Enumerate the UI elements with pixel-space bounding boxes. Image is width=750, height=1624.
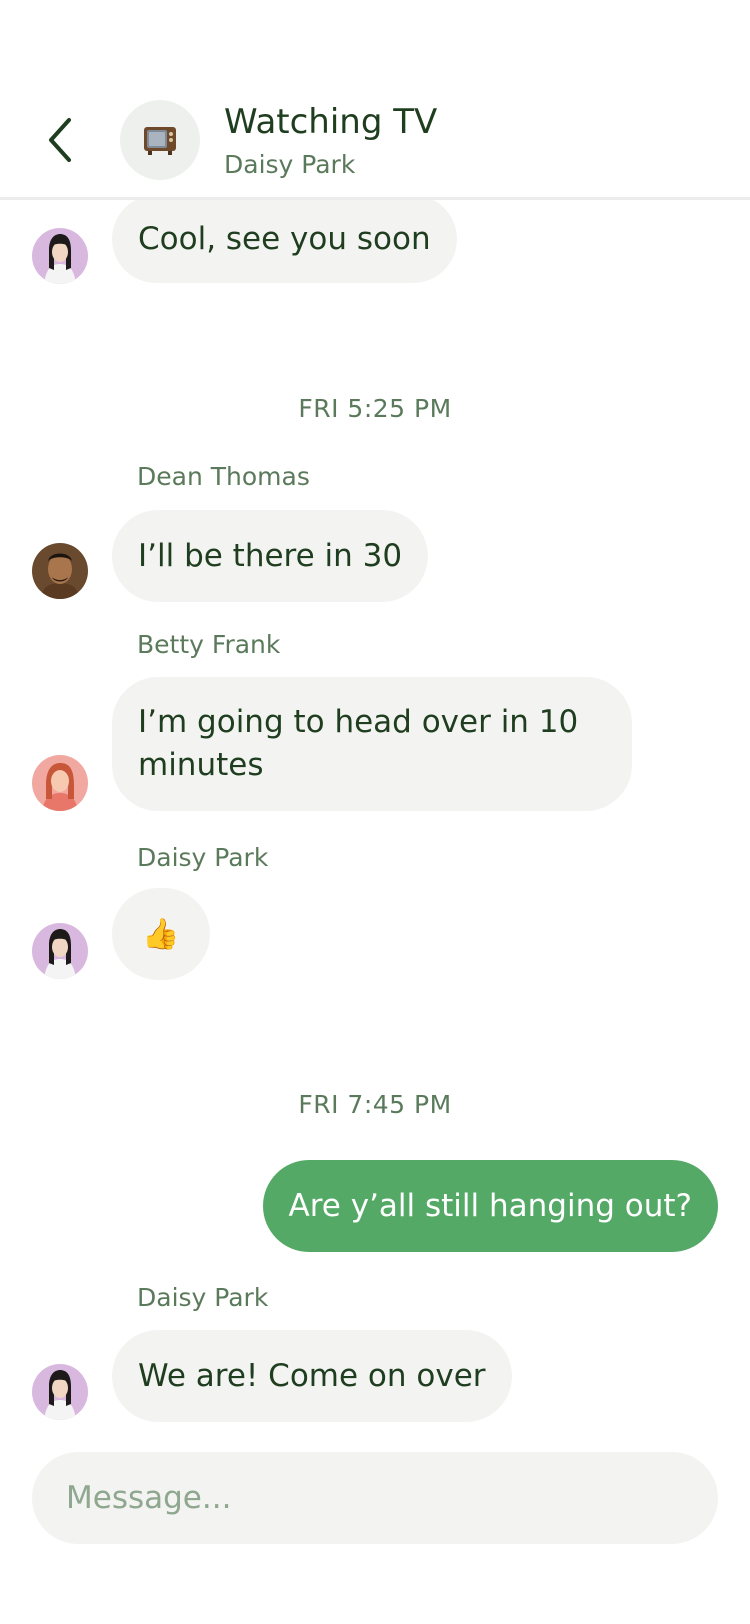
message-bubble[interactable]: We are! Come on over <box>112 1330 512 1422</box>
avatar-daisy-park[interactable] <box>32 228 88 284</box>
message-bubble[interactable]: I’ll be there in 30 <box>112 510 429 602</box>
sender-name: Daisy Park <box>137 1283 269 1312</box>
back-button[interactable] <box>38 108 82 172</box>
message-composer[interactable] <box>32 1452 718 1544</box>
sender-name: Dean Thomas <box>137 462 310 491</box>
message-text: We are! Come on over <box>138 1357 486 1394</box>
thumbs-up-emoji: 👍 <box>142 916 180 952</box>
avatar-betty-frank[interactable] <box>32 755 88 811</box>
message-bubble[interactable]: I’m going to head over in 10 minutes <box>112 677 632 811</box>
timestamp-divider: FRI 7:45 PM <box>298 1090 452 1119</box>
message-bubble[interactable]: Cool, see you soon <box>112 195 457 283</box>
message-text: I’m going to head over in 10 minutes <box>138 704 579 783</box>
timestamp-divider: FRI 5:25 PM <box>298 394 452 423</box>
my-message-bubble[interactable]: Are y’all still hanging out? <box>262 1160 718 1252</box>
chat-avatar[interactable] <box>120 100 200 180</box>
chat-title: Watching TV <box>224 102 438 142</box>
message-text: Are y’all still hanging out? <box>288 1187 692 1224</box>
tv-icon <box>144 127 176 155</box>
message-text: I’ll be there in 30 <box>138 537 403 574</box>
chat-header: Watching TV Daisy Park <box>0 0 750 200</box>
message-input[interactable] <box>64 1479 686 1517</box>
avatar-daisy-park[interactable] <box>32 923 88 979</box>
sender-name: Daisy Park <box>137 843 269 872</box>
avatar-daisy-park[interactable] <box>32 1364 88 1420</box>
sender-name: Betty Frank <box>137 630 281 659</box>
message-text: Cool, see you soon <box>138 220 431 257</box>
message-bubble[interactable]: 👍 <box>112 888 210 980</box>
chat-subtitle: Daisy Park <box>224 150 356 179</box>
avatar-dean-thomas[interactable] <box>32 543 88 599</box>
chevron-left-icon <box>49 118 71 162</box>
